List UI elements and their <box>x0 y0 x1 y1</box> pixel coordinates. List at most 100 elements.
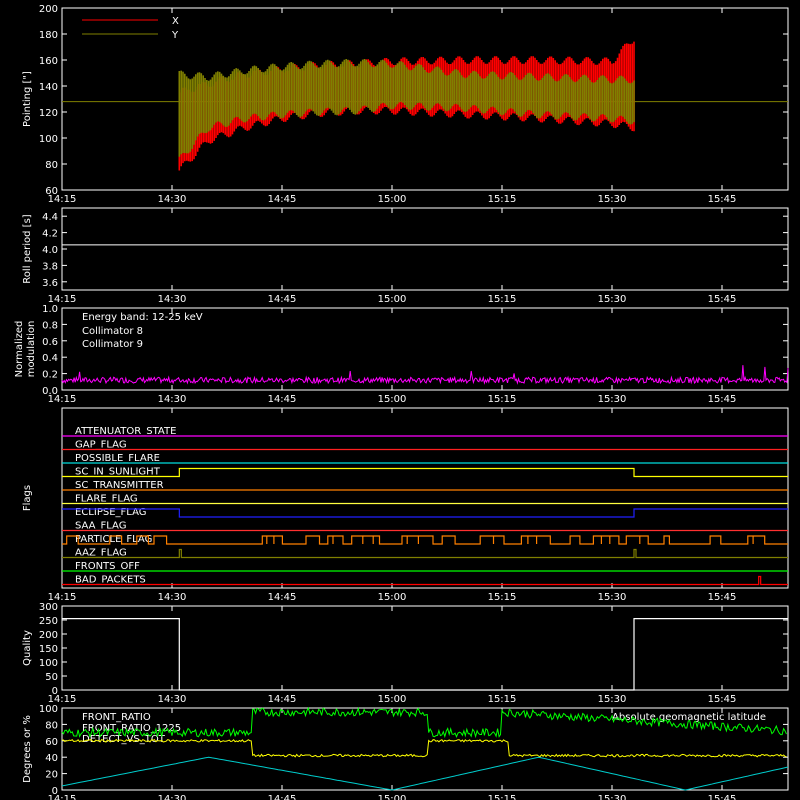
y-axis-label: Quality <box>22 630 33 666</box>
y-tick-label: 300 <box>39 602 58 613</box>
y-tick-label: 0.6 <box>42 337 58 348</box>
y-tick-label: 3.6 <box>42 278 58 289</box>
legend-collimator-9: Collimator 9 <box>82 339 143 350</box>
flag-trace-eclipse-flag <box>62 508 788 518</box>
x-tick-label: 15:00 <box>378 294 407 305</box>
y-tick-label: 3.8 <box>42 261 58 272</box>
trace-front-ratio-1225 <box>61 738 787 758</box>
x-tick-label: 15:00 <box>378 794 407 800</box>
y-tick-label: 80 <box>45 160 58 171</box>
x-tick-label: 14:45 <box>268 694 297 705</box>
y-tick-label: 4.4 <box>42 212 58 223</box>
y-tick-label: 120 <box>39 108 58 119</box>
y-tick-label: 100 <box>39 134 58 145</box>
x-tick-label: 14:30 <box>158 194 187 205</box>
x-tick-label: 15:45 <box>708 194 737 205</box>
panel-ratios: 14:15 14:30 14:45 15:00 15:15 15:30 15:4502040… <box>22 704 789 800</box>
geomag-latitude-label: Absolute geomagnetic latitude <box>612 712 766 723</box>
flag-label-flare-flag: FLARE_FLAG <box>75 494 138 505</box>
y-tick-label: 4.2 <box>42 229 58 240</box>
panel-pointing: 14:15 14:30 14:45 15:00 15:15 15:30 15:4560801… <box>22 4 789 205</box>
y-tick-label: 0.8 <box>42 320 58 331</box>
x-tick-label: 15:45 <box>708 694 737 705</box>
x-tick-label: 15:15 <box>488 592 517 603</box>
x-tick-label: 15:45 <box>708 794 737 800</box>
x-tick-label: 15:30 <box>598 794 627 800</box>
x-tick-label: 15:30 <box>598 592 627 603</box>
y-tick-label: 0 <box>52 686 58 697</box>
y-axis-label: Degrees or % <box>22 715 33 783</box>
x-tick-label: 14:30 <box>158 394 187 405</box>
y-tick-label: 200 <box>39 630 58 641</box>
y-tick-label: 250 <box>39 616 58 627</box>
flag-label-attenuator-state: ATTENUATOR_STATE <box>75 426 176 437</box>
x-tick-label: 14:45 <box>268 394 297 405</box>
y-tick-label: 4.0 <box>42 245 58 256</box>
trace-geomagnetic-latitude <box>61 756 789 791</box>
y-tick-label: 60 <box>45 737 58 748</box>
flag-label-sc-transmitter: SC_TRANSMITTER <box>75 480 164 491</box>
x-tick-label: 15:15 <box>488 694 517 705</box>
x-tick-label: 14:30 <box>158 592 187 603</box>
y-tick-label: 180 <box>39 30 58 41</box>
x-tick-label: 15:15 <box>488 194 517 205</box>
x-tick-label: 15:00 <box>378 194 407 205</box>
y-tick-label: 20 <box>45 770 58 781</box>
flag-label-bad-packets: BAD_PACKETS <box>75 575 146 586</box>
x-tick-label: 14:45 <box>268 592 297 603</box>
energy-band-label: Energy band: 12-25 keV <box>82 312 203 323</box>
y-axis-label: modulation <box>26 321 37 378</box>
y-tick-label: 140 <box>39 82 58 93</box>
x-tick-label: 15:15 <box>488 294 517 305</box>
y-tick-label: 0.2 <box>42 370 58 381</box>
legend-detect-vs-tot: DETECT_VS_TOT <box>82 734 166 745</box>
x-tick-label: 14:45 <box>268 194 297 205</box>
x-tick-label: 15:15 <box>488 394 517 405</box>
flag-label-sc-in-sunlight: SC_IN_SUNLIGHT <box>75 467 161 478</box>
y-tick-label: 150 <box>39 644 58 655</box>
plot-frame <box>61 207 789 291</box>
x-tick-label: 15:30 <box>598 194 627 205</box>
flag-trace-aaz-flag <box>62 548 788 559</box>
y-tick-label: 50 <box>45 672 58 683</box>
x-tick-label: 15:30 <box>598 694 627 705</box>
flag-trace-bad-packets <box>62 575 788 586</box>
y-tick-label: 1.0 <box>42 304 58 315</box>
x-tick-label: 15:15 <box>488 794 517 800</box>
flag-label-saa-flag: SAA_FLAG <box>75 521 126 532</box>
flag-trace-particle-flag <box>62 535 788 545</box>
flag-trace-sc-in-sunlight <box>62 467 788 478</box>
panel-flags: 14:15 14:30 14:45 15:00 15:15 15:30 15:45Flags… <box>22 407 789 603</box>
panel-quality: 14:15 14:30 14:45 15:00 15:15 15:30 15:4505010… <box>22 602 789 705</box>
x-tick-label: 15:30 <box>598 394 627 405</box>
flag-label-gap-flag: GAP_FLAG <box>75 440 127 451</box>
x-tick-label: 14:45 <box>268 294 297 305</box>
x-tick-label: 15:45 <box>708 294 737 305</box>
y-tick-label: 40 <box>45 753 58 764</box>
y-tick-label: 200 <box>39 4 58 15</box>
quality-trace <box>62 618 788 691</box>
x-tick-label: 14:30 <box>158 794 187 800</box>
x-tick-label: 15:45 <box>708 592 737 603</box>
y-axis-label: Normalized <box>14 321 25 378</box>
x-tick-label: 15:45 <box>708 394 737 405</box>
x-tick-label: 15:00 <box>378 694 407 705</box>
y-tick-label: 80 <box>45 720 58 731</box>
flag-label-aaz-flag: AAZ_FLAG <box>75 548 127 559</box>
flag-label-fronts-off: FRONTS_OFF <box>75 561 140 572</box>
x-tick-label: 14:30 <box>158 294 187 305</box>
y-axis-label: Pointing ["] <box>22 71 33 127</box>
y-tick-label: 0 <box>52 786 58 797</box>
panel-roll_period: 14:15 14:30 14:45 15:00 15:15 15:30 15:453.63.… <box>22 207 789 305</box>
summary-plot: 14:15 14:30 14:45 15:00 15:15 15:30 15:4560801… <box>14 4 789 800</box>
x-tick-label: 15:30 <box>598 294 627 305</box>
x-tick-label: 14:45 <box>268 794 297 800</box>
legend-front-ratio: FRONT_RATIO <box>82 712 151 723</box>
flag-label-possible-flare: POSSIBLE_FLARE <box>75 453 160 464</box>
y-tick-label: 60 <box>45 186 58 197</box>
legend-y: Y <box>171 30 179 41</box>
y-tick-label: 160 <box>39 56 58 67</box>
y-tick-label: 100 <box>39 704 58 715</box>
panel-modulation: 14:15 14:30 14:45 15:00 15:15 15:30 15:450.00.… <box>14 304 789 405</box>
x-tick-label: 14:30 <box>158 694 187 705</box>
